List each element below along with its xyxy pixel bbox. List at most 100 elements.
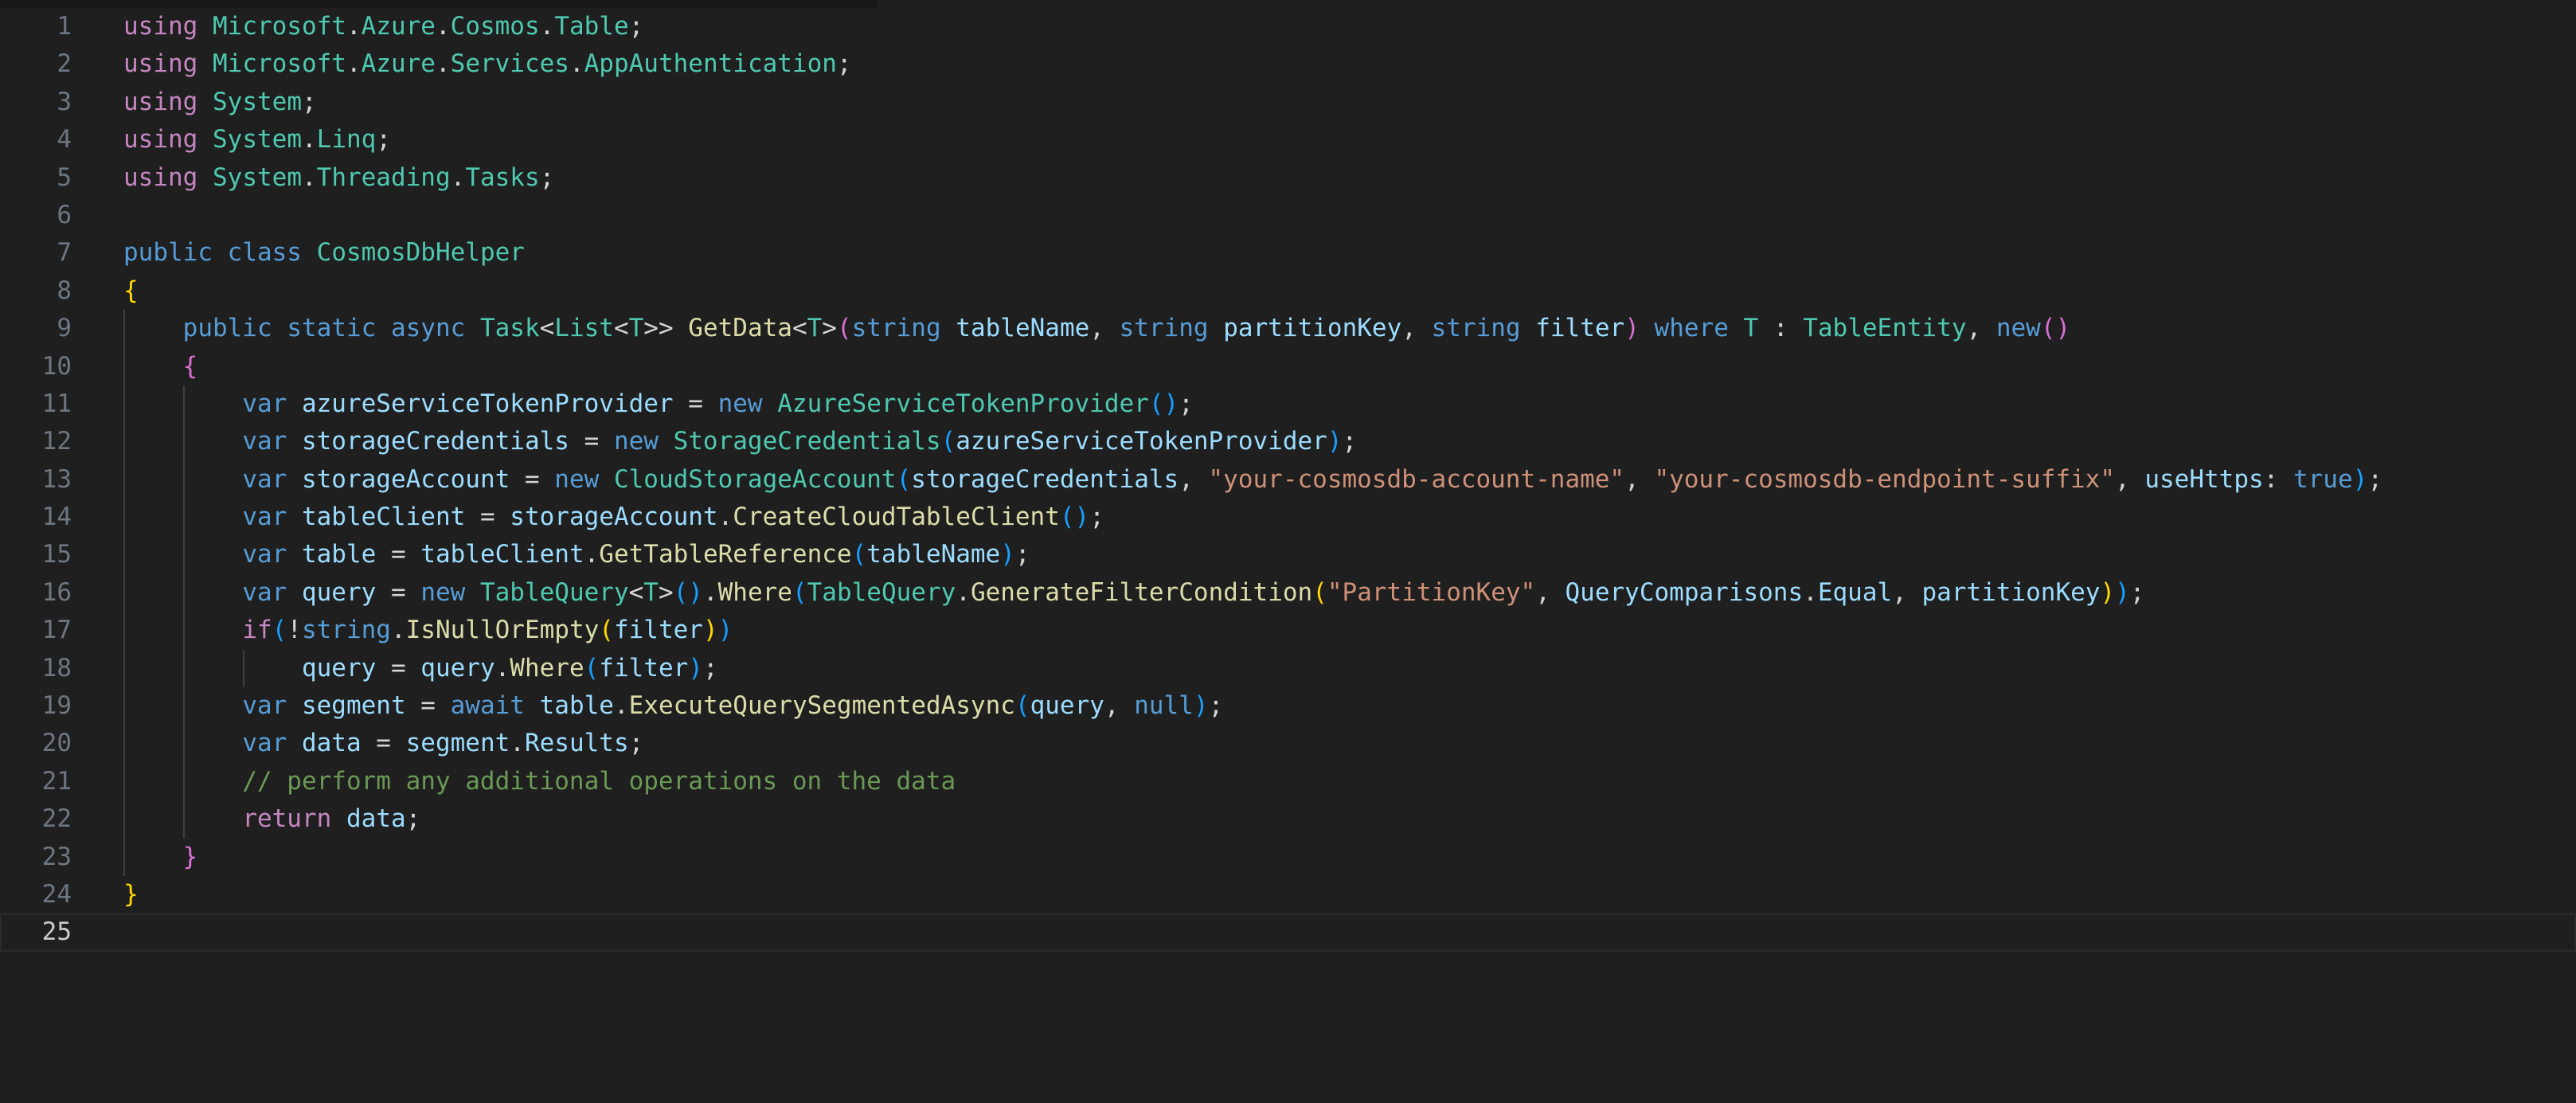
code-token: AppAuthentication <box>584 49 837 79</box>
code-token: . <box>613 691 629 721</box>
code-line[interactable]: 14 var tableClient = storageAccount.Crea… <box>0 499 2576 537</box>
code-text[interactable]: var storageCredentials = new StorageCred… <box>123 423 1357 460</box>
code-editor[interactable]: 1 using Microsoft.Azure.Cosmos.Table; 2 usi… <box>0 0 2576 1103</box>
code-token: "your-cosmosdb-endpoint-suffix" <box>1654 464 2116 494</box>
code-token: filter <box>613 616 703 645</box>
code-line[interactable]: 4 using System.Linq; <box>0 121 2576 158</box>
code-token: GetTableReference <box>599 540 852 569</box>
code-token: , <box>1624 464 1655 494</box>
code-token: , <box>1401 314 1432 343</box>
code-text[interactable]: var azureServiceTokenProvider = new Azur… <box>123 385 1194 423</box>
code-token: = <box>510 464 555 494</box>
code-text[interactable]: using Microsoft.Azure.Services.AppAuthen… <box>123 45 852 83</box>
code-token: . <box>390 616 406 645</box>
code-line[interactable]: 12 var storageCredentials = new StorageC… <box>0 423 2576 461</box>
code-line[interactable]: 11 var azureServiceTokenProvider = new A… <box>0 385 2576 424</box>
code-token: ( <box>272 616 287 645</box>
code-token: Where <box>717 577 792 607</box>
code-token: query <box>301 577 377 607</box>
code-token: string <box>1119 314 1209 343</box>
code-text[interactable]: { <box>123 348 198 385</box>
code-line[interactable]: 2 using Microsoft.Azure.Services.AppAuthe… <box>0 45 2576 83</box>
code-token: } <box>123 879 139 909</box>
code-token: null <box>1134 691 1194 721</box>
code-text[interactable]: var tableClient = storageAccount.CreateC… <box>123 499 1104 536</box>
code-token: ( <box>851 540 867 569</box>
code-line[interactable]: 16 var query = new TableQuery<T>().Where… <box>0 573 2576 612</box>
code-line[interactable]: 25 <box>0 913 2576 952</box>
code-token: . <box>346 12 362 41</box>
code-line[interactable]: 21 // perform any additional operations … <box>0 762 2576 801</box>
code-token: ; <box>2129 577 2145 607</box>
code-text[interactable]: using System.Threading.Tasks; <box>123 159 554 197</box>
code-text[interactable]: var data = segment.Results; <box>123 725 643 762</box>
code-line[interactable]: 5 using System.Threading.Tasks; <box>0 159 2576 197</box>
code-token: tableName <box>866 540 1001 569</box>
code-token: . <box>435 12 451 41</box>
code-line[interactable]: 1 using Microsoft.Azure.Cosmos.Table; <box>0 8 2576 45</box>
code-token: { <box>182 351 198 381</box>
code-token: new <box>1996 314 2041 343</box>
code-line[interactable]: 9 public static async Task<List<T>> GetD… <box>0 310 2576 348</box>
line-number: 5 <box>57 162 72 192</box>
code-token: var <box>242 577 287 607</box>
code-lines[interactable]: 1 using Microsoft.Azure.Cosmos.Table; 2 usi… <box>0 8 2576 952</box>
code-text[interactable]: public static async Task<List<T>> GetDat… <box>123 310 2071 347</box>
code-line[interactable]: 20 var data = segment.Results; <box>0 725 2576 763</box>
code-token: ; <box>1179 389 1194 418</box>
code-line[interactable]: 22 return data; <box>0 800 2576 839</box>
code-text[interactable]: using System; <box>123 84 317 121</box>
code-text[interactable]: return data; <box>123 800 420 838</box>
code-line[interactable]: 7 public class CosmosDbHelper <box>0 234 2576 272</box>
code-token: CosmosDbHelper <box>316 238 525 268</box>
code-text[interactable]: var query = new TableQuery<T>().Where(Ta… <box>123 574 2144 612</box>
code-text[interactable]: } <box>123 876 139 913</box>
code-token: ) <box>1624 314 1640 343</box>
code-text[interactable]: public class CosmosDbHelper <box>123 234 525 272</box>
line-number: 25 <box>41 917 72 947</box>
line-number: 2 <box>57 49 72 79</box>
code-text[interactable]: using System.Linq; <box>123 121 391 158</box>
code-line[interactable]: 23 } <box>0 838 2576 876</box>
line-number: 17 <box>41 616 72 645</box>
code-token: = <box>673 389 718 418</box>
code-line[interactable]: 3 using System; <box>0 84 2576 121</box>
code-line[interactable]: 10 { <box>0 347 2576 385</box>
code-text[interactable]: if(!string.IsNullOrEmpty(filter)) <box>123 612 733 649</box>
line-number: 6 <box>57 200 72 229</box>
code-line[interactable]: 8{ <box>0 272 2576 310</box>
code-text[interactable]: query = query.Where(filter); <box>123 650 718 687</box>
line-number: 1 <box>57 12 72 41</box>
code-token: System <box>213 87 302 116</box>
code-token: = <box>405 691 451 721</box>
code-text[interactable]: var table = tableClient.GetTableReferenc… <box>123 536 1030 573</box>
code-line[interactable]: 17 if(!string.IsNullOrEmpty(filter)) <box>0 612 2576 650</box>
code-token: segment <box>405 729 510 758</box>
code-token: < <box>628 577 644 607</box>
line-number: 24 <box>41 879 72 909</box>
code-text[interactable]: { <box>123 272 139 310</box>
code-token: ) <box>1193 691 1209 721</box>
code-token: TableQuery <box>807 577 956 607</box>
code-line[interactable]: 13 var storageAccount = new CloudStorage… <box>0 460 2576 499</box>
code-text[interactable]: var segment = await table.ExecuteQuerySe… <box>123 687 1223 725</box>
code-token: ) <box>2100 577 2116 607</box>
code-line[interactable]: 6 <box>0 197 2576 234</box>
code-token: public <box>123 238 213 268</box>
code-line[interactable]: 24} <box>0 876 2576 913</box>
code-text[interactable]: var storageAccount = new CloudStorageAcc… <box>123 461 2383 499</box>
code-line[interactable]: 18 query = query.Where(filter); <box>0 649 2576 688</box>
code-text[interactable]: using Microsoft.Azure.Cosmos.Table; <box>123 8 643 45</box>
code-token: using <box>123 49 198 79</box>
code-token: ; <box>301 87 317 116</box>
code-text[interactable]: } <box>123 839 198 876</box>
code-line[interactable]: 15 var table = tableClient.GetTableRefer… <box>0 536 2576 574</box>
code-text[interactable]: // perform any additional operations on … <box>123 763 956 800</box>
code-line[interactable]: 19 var segment = await table.ExecuteQuer… <box>0 687 2576 726</box>
